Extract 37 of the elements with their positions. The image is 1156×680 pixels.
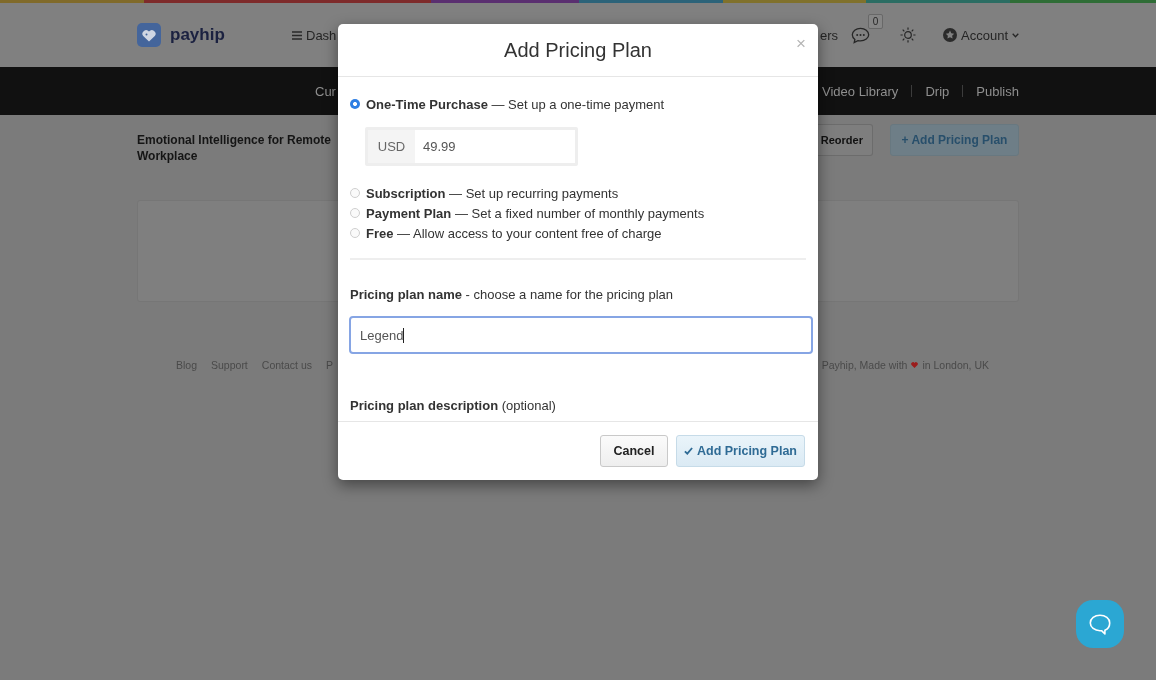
radio-button[interactable] bbox=[350, 188, 360, 198]
field-label: Pricing plan name - choose a name for the pricing plan bbox=[350, 287, 674, 303]
logo-text: payhip bbox=[170, 25, 225, 45]
nav-link[interactable]: Drip bbox=[925, 83, 950, 99]
option-label: Subscription — Set up recurring payments bbox=[366, 185, 619, 201]
check-icon bbox=[684, 447, 693, 455]
notification-badge: 0 bbox=[868, 13, 883, 29]
chat-bubble-icon bbox=[1089, 613, 1111, 635]
nav-link[interactable]: Publish bbox=[976, 83, 1019, 99]
star-badge-icon bbox=[943, 28, 957, 42]
account-menu-button[interactable]: Account bbox=[943, 27, 1019, 43]
option-label: Free — Allow access to your content free of charge bbox=[366, 225, 662, 241]
product-title: Emotional Intelligence for Remote Workplace bbox=[137, 132, 332, 164]
menu-icon bbox=[292, 30, 302, 40]
option-label: Payment Plan — Set a fixed number of monthly payments bbox=[366, 205, 705, 221]
reorder-button[interactable]: Reorder bbox=[818, 124, 873, 156]
radio-button[interactable] bbox=[350, 208, 360, 218]
radio-button[interactable] bbox=[350, 99, 360, 109]
logo-icon[interactable] bbox=[137, 23, 161, 47]
heart-icon bbox=[911, 362, 919, 368]
currency-addon: USD bbox=[368, 130, 415, 163]
text-input[interactable]: Legend bbox=[349, 316, 813, 354]
caret-down-icon bbox=[1012, 32, 1019, 38]
nav-link[interactable]: ers bbox=[820, 27, 839, 43]
price-field[interactable]: 49.99 bbox=[415, 130, 575, 163]
help-chat-button[interactable] bbox=[1076, 600, 1124, 648]
nav-link[interactable]: Dash bbox=[292, 27, 337, 43]
option-label: One-Time Purchase — Set up a one-time payment bbox=[366, 96, 665, 112]
chat-icon[interactable] bbox=[851, 26, 870, 44]
nav-link[interactable]: Cur bbox=[315, 83, 336, 99]
nav-link[interactable]: Video Library bbox=[822, 83, 899, 99]
add-pricing-plan-button[interactable]: Add Pricing Plan bbox=[676, 435, 805, 467]
sun-icon[interactable] bbox=[900, 27, 916, 43]
field-label: Pricing plan description (optional) bbox=[350, 398, 557, 414]
cancel-button[interactable]: Cancel bbox=[600, 435, 668, 467]
modal-title: Add Pricing Plan bbox=[504, 38, 652, 62]
radio-button[interactable] bbox=[350, 228, 360, 238]
